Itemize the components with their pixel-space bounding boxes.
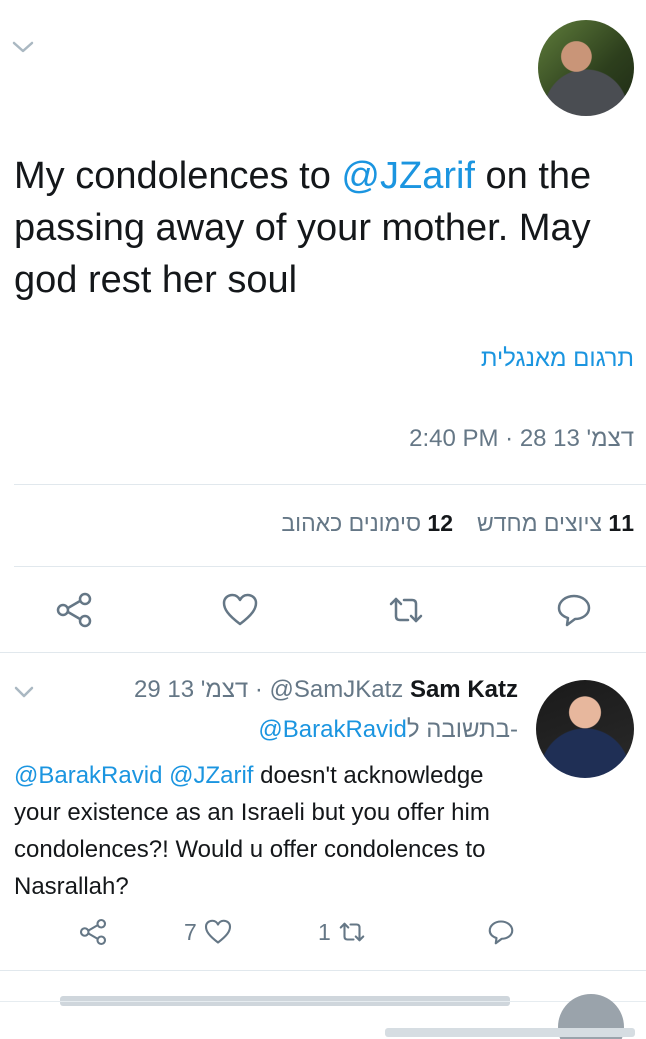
heart-icon[interactable] bbox=[220, 590, 260, 630]
tweet-stats: 11 ציוצים מחדש 12 סימונים כאהוב bbox=[281, 510, 634, 537]
tweet-text: My condolences to @JZarif on the passing… bbox=[14, 155, 592, 301]
avatar[interactable] bbox=[536, 680, 634, 778]
share-icon bbox=[79, 918, 107, 946]
translate-link[interactable]: תרגום מאנגלית bbox=[481, 345, 634, 373]
reply-date[interactable]: 29 13 'דצמ bbox=[134, 676, 248, 703]
reply-handle[interactable]: @SamJKatz bbox=[270, 676, 404, 703]
retweet-icon[interactable] bbox=[386, 590, 426, 630]
reply-icon bbox=[488, 920, 514, 945]
reply-author-name[interactable]: Sam Katz bbox=[410, 676, 518, 703]
divider bbox=[0, 1001, 646, 1002]
retweet-count: 1 bbox=[318, 918, 331, 945]
retweets-stat[interactable]: 11 ציוצים מחדש bbox=[477, 510, 634, 537]
like-button[interactable]: 7 bbox=[184, 917, 233, 947]
reply-mentions[interactable]: @BarakRavid @JZarif bbox=[14, 762, 253, 789]
chevron-down-icon[interactable] bbox=[10, 36, 36, 58]
avatar[interactable] bbox=[538, 20, 634, 116]
divider bbox=[14, 484, 646, 485]
share-button[interactable] bbox=[78, 917, 108, 947]
share-icon[interactable] bbox=[54, 590, 94, 630]
chevron-down-icon[interactable] bbox=[12, 682, 36, 702]
divider bbox=[14, 566, 646, 567]
retweet-button[interactable]: 1 bbox=[318, 917, 367, 947]
replying-to-handle[interactable]: @BarakRavid bbox=[258, 716, 406, 743]
likes-stat[interactable]: 12 סימונים כאהוב bbox=[281, 510, 453, 537]
next-tweet-replying-placeholder bbox=[385, 1028, 635, 1037]
replying-to: @BarakRavidבתשובה ל- bbox=[258, 716, 518, 743]
tweet-timestamp[interactable]: 2:40 PM · 28 13 'דצמ bbox=[409, 425, 634, 453]
retweet-icon bbox=[339, 922, 365, 942]
reply-header: 29 13 'דצמ · @SamJKatz Sam Katz bbox=[134, 676, 518, 703]
like-count: 7 bbox=[184, 918, 197, 945]
divider bbox=[0, 970, 646, 971]
heart-icon bbox=[204, 919, 231, 944]
mention-link[interactable]: @JZarif bbox=[341, 155, 475, 197]
reply-text: @BarakRavid @JZarif doesn't acknowledge … bbox=[14, 762, 490, 900]
next-tweet-partial[interactable] bbox=[0, 988, 646, 1039]
divider bbox=[0, 652, 646, 653]
reply-icon[interactable] bbox=[554, 590, 594, 630]
reply-button[interactable] bbox=[486, 917, 516, 947]
